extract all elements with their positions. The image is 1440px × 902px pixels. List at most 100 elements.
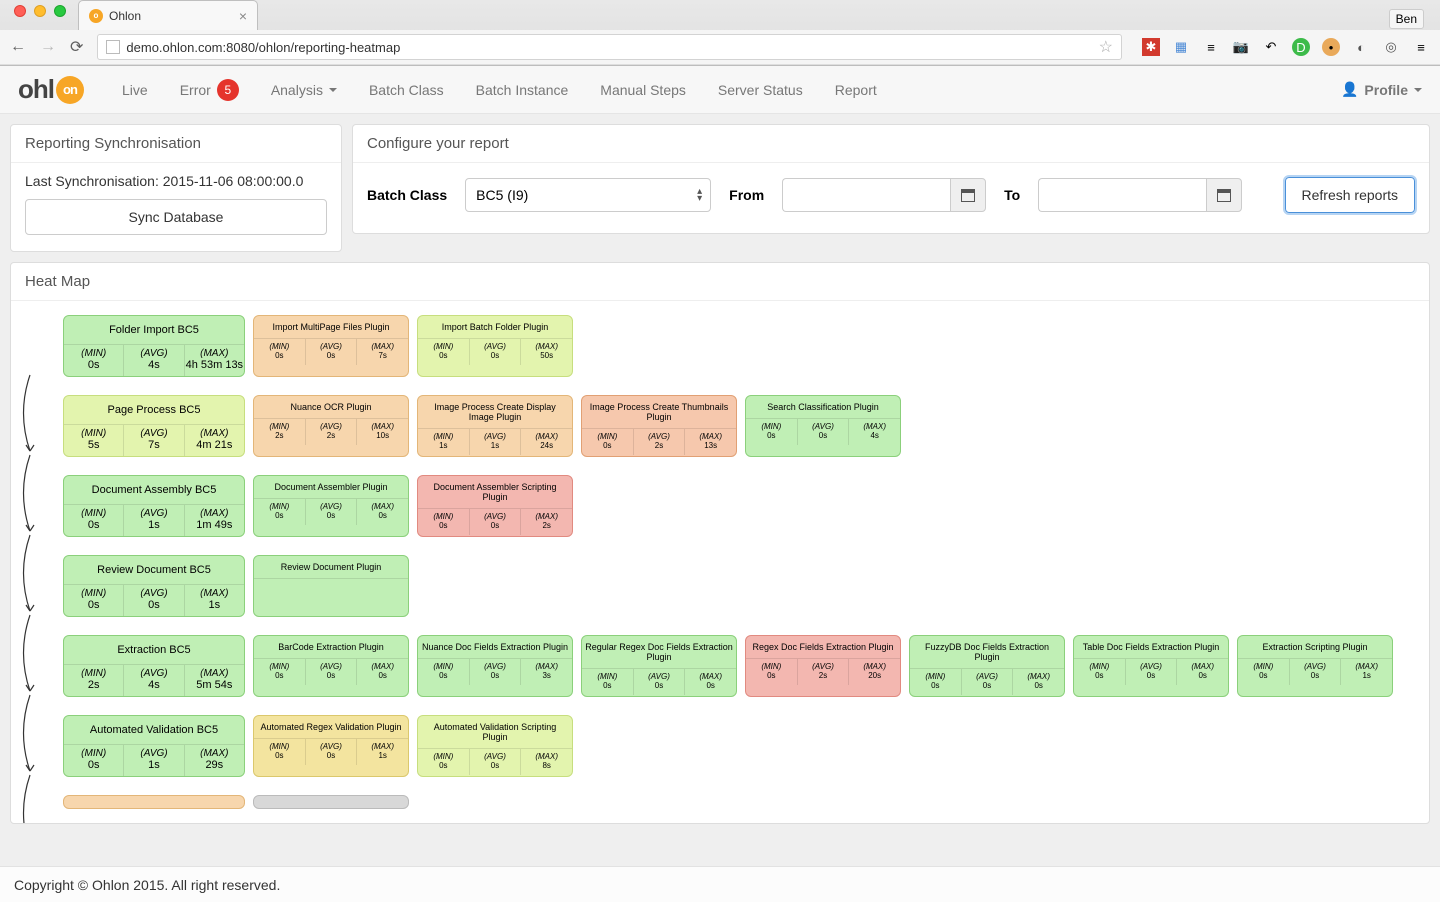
stage-title: Review Document BC5 [64,556,244,585]
to-date-picker-button[interactable] [1206,178,1242,212]
nav-report[interactable]: Report [819,66,893,114]
plugin-title: Image Process Create Display Image Plugi… [418,396,572,429]
ext-icon[interactable]: ▦ [1172,38,1190,56]
nav-error[interactable]: Error5 [164,66,255,114]
refresh-reports-button[interactable]: Refresh reports [1285,177,1415,213]
nav-server-status[interactable]: Server Status [702,66,819,114]
footer: Copyright © Ohlon 2015. All right reserv… [0,866,1440,902]
plugin-card[interactable] [253,795,409,809]
from-date-input[interactable] [782,178,950,212]
plugin-title: Search Classification Plugin [746,396,900,419]
ext-icon[interactable]: 📷 [1232,38,1250,56]
plugin-card[interactable]: Automated Validation Scripting Plugin(MI… [417,715,573,777]
ext-icon[interactable]: D [1292,38,1310,56]
window-minimize[interactable] [34,5,46,17]
plugin-card[interactable]: Import Batch Folder Plugin(MIN)0s(AVG)0s… [417,315,573,377]
caret-icon [329,88,337,96]
plugin-card[interactable]: Automated Regex Validation Plugin(MIN)0s… [253,715,409,777]
flow-arrow-icon [15,533,45,625]
batch-class-select[interactable]: BC5 (I9) ▴▾ [465,178,711,212]
menu-icon[interactable]: ≡ [1412,38,1430,56]
plugin-card[interactable]: Regular Regex Doc Fields Extraction Plug… [581,635,737,697]
tab-title: Ohlon [109,9,141,23]
stage-card[interactable]: Page Process BC5(MIN)5s(AVG)7s(MAX)4m 21… [63,395,245,457]
to-date-input[interactable] [1038,178,1206,212]
logo-text: ohl [18,74,54,105]
plugin-title: Image Process Create Thumbnails Plugin [582,396,736,429]
sync-panel: Reporting Synchronisation Last Synchroni… [10,124,342,252]
flow-arrow-icon [15,693,45,785]
plugin-card[interactable]: Image Process Create Display Image Plugi… [417,395,573,457]
stage-card[interactable]: Extraction BC5(MIN)2s(AVG)4s(MAX)5m 54s [63,635,245,697]
plugin-card[interactable]: Nuance Doc Fields Extraction Plugin(MIN)… [417,635,573,697]
stage-card[interactable] [63,795,245,809]
plugin-title: Nuance OCR Plugin [254,396,408,419]
stage-card[interactable]: Folder Import BC5(MIN)0s(AVG)4s(MAX)4h 5… [63,315,245,377]
stage-title: Folder Import BC5 [64,316,244,345]
ext-icon[interactable]: ↶ [1262,38,1280,56]
browser-tab[interactable]: o Ohlon × [78,0,258,30]
plugin-title: Import Batch Folder Plugin [418,316,572,339]
nav-batch-class[interactable]: Batch Class [353,66,460,114]
plugin-card[interactable]: Import MultiPage Files Plugin(MIN)0s(AVG… [253,315,409,377]
sync-database-button[interactable]: Sync Database [25,199,327,235]
calendar-icon [1217,189,1231,202]
ext-icon[interactable]: ◐ [1352,38,1370,56]
flow-arrow-icon [15,453,45,545]
main-nav: Live Error5 Analysis Batch Class Batch I… [106,66,893,114]
chrome-user-chip[interactable]: Ben [1389,9,1424,29]
plugin-title: Document Assembler Plugin [254,476,408,499]
plugin-card[interactable]: Table Doc Fields Extraction Plugin(MIN)0… [1073,635,1229,697]
from-label: From [729,187,764,203]
ext-icon[interactable]: ◎ [1382,38,1400,56]
configure-panel: Configure your report Batch Class BC5 (I… [352,124,1430,234]
extensions: ✱ ▦ ≡ 📷 ↶ D • ◐ ◎ ≡ [1142,38,1430,56]
stage-card[interactable]: Document Assembly BC5(MIN)0s(AVG)1s(MAX)… [63,475,245,537]
stage-card[interactable]: Automated Validation BC5(MIN)0s(AVG)1s(M… [63,715,245,777]
stage-title: Automated Validation BC5 [64,716,244,745]
plugin-card[interactable]: Image Process Create Thumbnails Plugin(M… [581,395,737,457]
window-close[interactable] [14,5,26,17]
plugin-card[interactable]: Extraction Scripting Plugin(MIN)0s(AVG)0… [1237,635,1393,697]
plugin-card[interactable]: Nuance OCR Plugin(MIN)2s(AVG)2s(MAX)10s [253,395,409,457]
ext-icon[interactable]: • [1322,38,1340,56]
ext-icon[interactable]: ✱ [1142,38,1160,56]
plugin-card[interactable]: Document Assembler Scripting Plugin(MIN)… [417,475,573,537]
plugin-card[interactable]: Review Document Plugin [253,555,409,617]
stage-title: Extraction BC5 [64,636,244,665]
plugin-card[interactable]: Regex Doc Fields Extraction Plugin(MIN)0… [745,635,901,697]
plugin-title: Nuance Doc Fields Extraction Plugin [418,636,572,659]
from-date-picker-button[interactable] [950,178,986,212]
heat-row: Automated Validation BC5(MIN)0s(AVG)1s(M… [35,715,1419,777]
stage-title: Page Process BC5 [64,396,244,425]
caret-icon [1414,88,1422,96]
nav-manual-steps[interactable]: Manual Steps [584,66,702,114]
last-sync-text: Last Synchronisation: 2015-11-06 08:00:0… [25,173,327,189]
plugin-title: Automated Regex Validation Plugin [254,716,408,739]
stage-card[interactable]: Review Document BC5(MIN)0s(AVG)0s(MAX)1s [63,555,245,617]
sync-panel-title: Reporting Synchronisation [11,125,341,163]
heat-row: Extraction BC5(MIN)2s(AVG)4s(MAX)5m 54sB… [35,635,1419,697]
nav-analysis[interactable]: Analysis [255,66,353,114]
forward-icon: → [40,38,56,56]
address-bar[interactable]: demo.ohlon.com:8080/ohlon/reporting-heat… [97,34,1122,60]
logo[interactable]: ohlon [18,74,84,105]
reload-icon[interactable]: ⟳ [70,37,83,57]
nav-live[interactable]: Live [106,66,164,114]
plugin-card[interactable]: Search Classification Plugin(MIN)0s(AVG)… [745,395,901,457]
ext-icon[interactable]: ≡ [1202,38,1220,56]
heat-row: Review Document BC5(MIN)0s(AVG)0s(MAX)1s… [35,555,1419,617]
plugin-card[interactable]: BarCode Extraction Plugin(MIN)0s(AVG)0s(… [253,635,409,697]
bookmark-star-icon[interactable]: ☆ [1099,37,1113,57]
plugin-card[interactable]: FuzzyDB Doc Fields Extraction Plugin(MIN… [909,635,1065,697]
plugin-title: Regular Regex Doc Fields Extraction Plug… [582,636,736,669]
user-icon: 👤 [1341,81,1358,98]
plugin-card[interactable]: Document Assembler Plugin(MIN)0s(AVG)0s(… [253,475,409,537]
profile-menu[interactable]: 👤 Profile [1341,81,1422,98]
window-maximize[interactable] [54,5,66,17]
tab-close-icon[interactable]: × [239,8,247,24]
nav-batch-instance[interactable]: Batch Instance [460,66,585,114]
back-icon[interactable]: ← [10,38,26,56]
flow-arrow-icon [15,613,45,705]
plugin-title: BarCode Extraction Plugin [254,636,408,659]
